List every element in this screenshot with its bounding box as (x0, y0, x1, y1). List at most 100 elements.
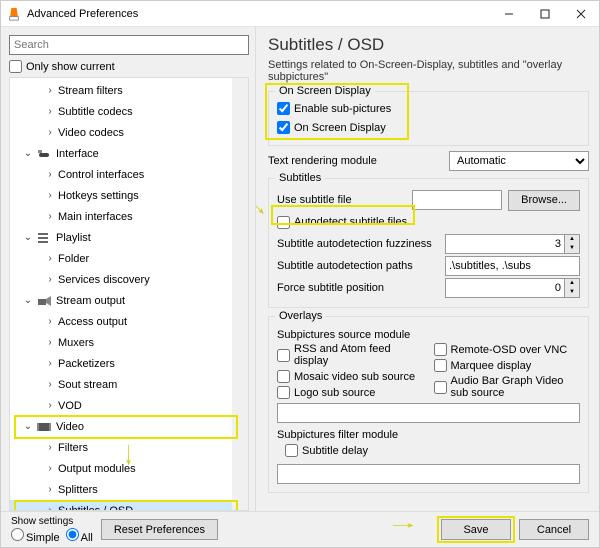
interface-icon (36, 146, 52, 162)
overlay-option-checkbox[interactable] (434, 381, 447, 394)
tree-item-packetizers[interactable]: ›Packetizers (10, 353, 248, 374)
tree-branch-playlist[interactable]: ⌄ Playlist (10, 227, 248, 248)
tree-item-label: Playlist (56, 232, 91, 244)
use-subtitle-file-label: Use subtitle file (277, 194, 412, 206)
text-rendering-module-label: Text rendering module (268, 155, 449, 167)
tree-item-subtitle-codecs[interactable]: ›Subtitle codecs (10, 101, 248, 122)
overlay-option-checkbox[interactable] (277, 386, 290, 399)
tree-scrollbar[interactable] (232, 78, 248, 510)
overlay-option-checkbox[interactable] (434, 343, 447, 356)
chevron-right-icon[interactable]: › (44, 442, 56, 453)
overlay-option-audio-bar-graph-video-sub-source[interactable]: Audio Bar Graph Video sub source (434, 375, 581, 399)
reset-preferences-button[interactable]: Reset Preferences (101, 519, 218, 540)
chevron-down-icon[interactable]: ⌄ (22, 295, 34, 306)
chevron-right-icon[interactable]: › (44, 190, 56, 201)
spinner-arrows[interactable]: ▲▼ (565, 278, 580, 298)
search-input[interactable] (9, 35, 249, 55)
chevron-right-icon[interactable]: › (44, 106, 56, 117)
subpictures-filter-module-input[interactable] (277, 464, 580, 484)
overlay-option-marquee-display[interactable]: Marquee display (434, 359, 581, 372)
chevron-right-icon[interactable]: › (44, 484, 56, 495)
playlist-icon (36, 230, 52, 246)
cancel-button[interactable]: Cancel (519, 519, 589, 540)
fuzziness-spinner[interactable]: ▲▼ (445, 234, 580, 254)
fuzziness-input[interactable] (445, 234, 565, 254)
subpictures-source-module-input[interactable] (277, 403, 580, 423)
close-button[interactable] (563, 1, 599, 27)
tree-item-access-output[interactable]: ›Access output (10, 311, 248, 332)
tree-item-folder[interactable]: ›Folder (10, 248, 248, 269)
autodetect-subtitle-files[interactable]: Autodetect subtitle files (277, 216, 407, 229)
subtitle-delay[interactable]: Subtitle delay (285, 444, 368, 457)
show-settings-label: Show settings (11, 516, 93, 527)
save-button[interactable]: Save (441, 519, 511, 540)
maximize-button[interactable] (527, 1, 563, 27)
paths-label: Subtitle autodetection paths (277, 260, 445, 272)
tree-item-splitters[interactable]: ›Splitters (10, 479, 248, 500)
browse-button[interactable]: Browse... (508, 190, 580, 211)
subtitle-delay-checkbox[interactable] (285, 444, 298, 457)
tree-branch-video[interactable]: ⌄Video (10, 416, 248, 437)
use-subtitle-file-input[interactable] (412, 190, 502, 210)
force-position-spinner[interactable]: ▲▼ (445, 278, 580, 298)
minimize-button[interactable] (491, 1, 527, 27)
paths-input[interactable] (445, 256, 580, 276)
chevron-right-icon[interactable]: › (44, 337, 56, 348)
chevron-right-icon[interactable]: › (44, 127, 56, 138)
tree-branch-interface[interactable]: ⌄Interface (10, 143, 248, 164)
chevron-right-icon[interactable]: › (44, 358, 56, 369)
chevron-down-icon[interactable]: ⌄ (22, 148, 34, 159)
overlay-option-logo-sub-source[interactable]: Logo sub source (277, 386, 424, 399)
chevron-right-icon[interactable]: › (44, 274, 56, 285)
tree-item-hotkeys-settings[interactable]: ›Hotkeys settings (10, 185, 248, 206)
tree-item-muxers[interactable]: ›Muxers (10, 332, 248, 353)
only-show-current-checkbox[interactable] (9, 60, 22, 73)
text-rendering-module-select[interactable]: Automatic (449, 151, 589, 171)
tree-item-stream-filters[interactable]: ›Stream filters (10, 80, 248, 101)
tree-item-output-modules[interactable]: ›Output modules (10, 458, 248, 479)
footer: Show settings Simple All Reset Preferenc… (1, 511, 599, 547)
chevron-right-icon[interactable]: › (44, 85, 56, 96)
app-icon (7, 7, 21, 21)
chevron-right-icon[interactable]: › (44, 505, 56, 511)
overlay-option-mosaic-video-sub-source[interactable]: Mosaic video sub source (277, 370, 424, 383)
tree-item-sout-stream[interactable]: ›Sout stream (10, 374, 248, 395)
autodetect-subtitle-files-checkbox[interactable] (277, 216, 290, 229)
chevron-right-icon[interactable]: › (44, 463, 56, 474)
group-overlays-title: Overlays (275, 310, 326, 322)
chevron-right-icon[interactable]: › (44, 400, 56, 411)
tree-item-video-codecs[interactable]: ›Video codecs (10, 122, 248, 143)
tree-item-services-discovery[interactable]: ›Services discovery (10, 269, 248, 290)
chevron-right-icon[interactable]: › (44, 169, 56, 180)
tree-item-vod[interactable]: ›VOD (10, 395, 248, 416)
preferences-tree[interactable]: ›Stream filters›Subtitle codecs›Video co… (9, 77, 249, 511)
spinner-arrows[interactable]: ▲▼ (565, 234, 580, 254)
tree-item-subtitles-osd[interactable]: ›Subtitles / OSD (10, 500, 248, 511)
tree-branch-stream-output[interactable]: ⌄ Stream output (10, 290, 248, 311)
tree-item-control-interfaces[interactable]: ›Control interfaces (10, 164, 248, 185)
force-position-input[interactable] (445, 278, 565, 298)
enable-subpictures-checkbox[interactable] (277, 102, 290, 115)
only-show-current[interactable]: Only show current (9, 60, 249, 73)
simple-radio[interactable] (11, 528, 24, 541)
chevron-down-icon[interactable]: ⌄ (22, 421, 34, 432)
chevron-right-icon[interactable]: › (44, 211, 56, 222)
all-radio[interactable] (66, 528, 79, 541)
overlay-option-rss-and-atom-feed-display[interactable]: RSS and Atom feed display (277, 343, 424, 367)
tree-item-label: Stream output (56, 295, 125, 307)
chevron-right-icon[interactable]: › (44, 316, 56, 327)
all-radio-label[interactable]: All (66, 528, 93, 544)
enable-subpictures[interactable]: Enable sub-pictures (277, 102, 391, 115)
tree-item-filters[interactable]: ›Filters (10, 437, 248, 458)
overlay-option-remote-osd-over-vnc[interactable]: Remote-OSD over VNC (434, 343, 581, 356)
overlay-option-checkbox[interactable] (277, 370, 290, 383)
overlay-option-checkbox[interactable] (434, 359, 447, 372)
overlay-option-checkbox[interactable] (277, 349, 290, 362)
simple-radio-label[interactable]: Simple (11, 528, 60, 544)
on-screen-display-checkbox[interactable] (277, 121, 290, 134)
tree-item-main-interfaces[interactable]: ›Main interfaces (10, 206, 248, 227)
on-screen-display[interactable]: On Screen Display (277, 121, 386, 134)
chevron-right-icon[interactable]: › (44, 253, 56, 264)
chevron-down-icon[interactable]: ⌄ (22, 232, 34, 243)
chevron-right-icon[interactable]: › (44, 379, 56, 390)
